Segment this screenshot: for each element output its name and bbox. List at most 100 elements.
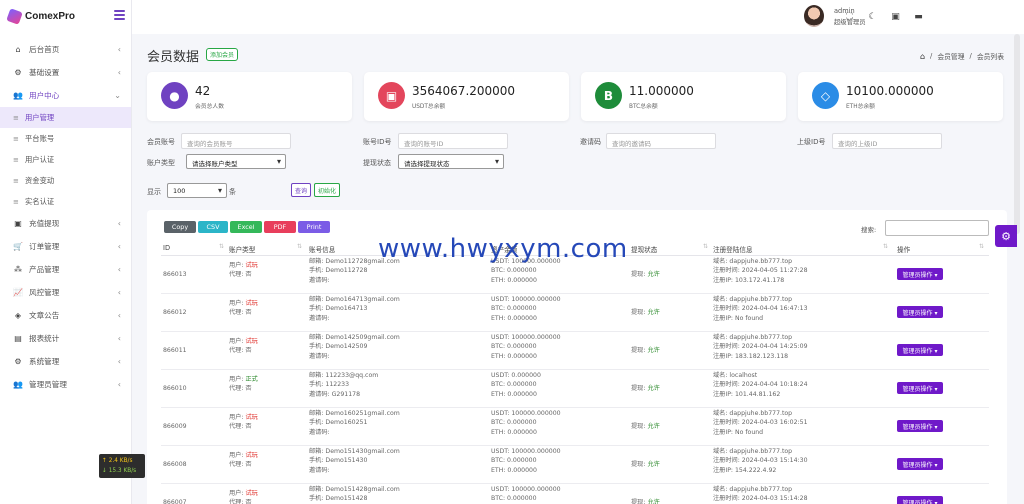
menu-toggle-icon[interactable] [114,10,125,20]
avatar[interactable] [804,5,824,27]
chat-icon[interactable]: ▬ [913,11,924,22]
chevron-left-icon: ‹ [117,288,121,297]
reset-button[interactable]: 初始化 [314,183,341,197]
cell-register: 域名: dappjuhe.bb777.top 注册时间: 2024-04-03 1… [713,410,808,436]
moon-icon[interactable]: ☾ [867,11,878,22]
sidebar-sub-user-management[interactable]: ≡ 用户管理 [0,107,131,128]
th-type[interactable]: 账户类型 [229,244,255,254]
sidebar-sub-user-verification[interactable]: ≡ 用户认证 [0,149,131,170]
withdraw-status-badge: 允许 [647,423,660,430]
admin-action-dropdown[interactable]: 管理员操作 ▾ [897,306,943,318]
cell-account: 邮箱: Demo164713gmail.com 手机: Demo164713 邀请码… [309,296,400,322]
cell-balance: USDT: 100000.000000BTC: 0.000000ETH: 0.0… [491,334,561,360]
cell-withdraw: 提现: 允许 [631,309,660,316]
th-register[interactable]: 注册登陆信息 [713,244,753,254]
parent-id-label: 上级ID号 [797,138,826,146]
account-type-select[interactable]: 请选择账户类型 [186,154,286,169]
admin-action-dropdown[interactable]: 管理员操作 ▾ [897,344,943,356]
stat-card-eth: ◇ 10100.000000 ETH总余额 [798,72,1003,121]
stat-label: BTC总余额 [629,104,658,110]
sidebar-item-orders[interactable]: 🛒 订单管理 ‹ [0,235,131,258]
chevron-left-icon: ‹ [117,219,121,228]
pdf-button[interactable]: PDF [264,221,296,233]
account-input[interactable]: 查询的会员账号 [181,133,291,149]
withdraw-status-select[interactable]: 请选择提现状态 [398,154,504,169]
user-type-badge: 试玩 [245,414,258,421]
print-button[interactable]: Print [298,221,330,233]
admin-action-dropdown[interactable]: 管理员操作 ▾ [897,268,943,280]
stat-card-members: ● 42 会员总人数 [147,72,352,121]
user-type-badge: 试玩 [245,262,258,269]
cell-type: 用户: 试玩 代理: 否 [229,338,258,355]
account-id-label: 账号ID号 [363,138,392,146]
th-account[interactable]: 账号信息 [309,244,335,254]
cell-account: 邮箱: Demo160251gmail.com 手机: Demo160251 邀请码… [309,410,400,436]
parent-id-input[interactable]: 查询的上级ID [832,133,942,149]
gallery-icon[interactable]: ▣ [890,11,901,22]
withdraw-status-badge: 允许 [647,461,660,468]
sort-icon[interactable]: ⇅ [979,243,984,250]
settings-gear-icon[interactable]: ⚙ [995,225,1017,247]
sidebar-item-dashboard[interactable]: ⌂ 后台首页 ‹ [0,38,131,61]
cell-type: 用户: 试玩 代理: 否 [229,300,258,317]
copy-button[interactable]: Copy [164,221,196,233]
sidebar-item-user-center[interactable]: 👥 用户中心 ⌄ [0,84,131,107]
th-action: 操作 [897,246,911,254]
page-size-select[interactable]: 100 [167,183,227,198]
withdraw-status-badge: 允许 [647,347,660,354]
cell-withdraw: 提现: 允许 [631,347,660,354]
table-row: 866008 用户: 试玩 代理: 否 邮箱: Demo151430gmail.com… [161,446,989,484]
csv-button[interactable]: CSV [198,221,228,233]
query-button[interactable]: 查询 [291,183,312,197]
stat-label: ETH总余额 [846,104,875,110]
search-input[interactable] [885,220,989,236]
th-withdraw[interactable]: 提现状态 [631,244,657,254]
cell-id: 866011 [163,347,187,354]
th-id[interactable]: ID [163,244,170,252]
wallet-icon: ▣ [378,82,405,109]
cell-type: 用户: 试玩 代理: 否 [229,452,258,469]
sidebar-item-system[interactable]: ⚙ 系统管理 ‹ [0,350,131,373]
withdraw-status-badge: 允许 [647,309,660,316]
home-icon: ⌂ [15,45,21,54]
admin-action-dropdown[interactable]: 管理员操作 ▾ [897,382,943,394]
cell-register: 域名: localhost 注册时间: 2024-04-04 10:18:24 注册… [713,372,808,398]
cubes-icon: ⁂ [14,265,22,274]
sort-icon[interactable]: ⇅ [883,243,888,250]
chevron-left-icon: ‹ [117,357,121,366]
diamond-icon: ◇ [812,82,839,109]
cell-id: 866008 [163,461,187,468]
home-icon[interactable]: ⌂ [920,52,925,61]
stat-card-btc: B 11.000000 BTC总余额 [581,72,786,121]
sort-icon[interactable]: ⇅ [219,243,224,250]
user-name[interactable]: admin [834,7,855,15]
page-title: 会员数据 [147,50,200,65]
account-id-input[interactable]: 查询的账号ID [398,133,508,149]
excel-button[interactable]: Excel [230,221,262,233]
sidebar-item-reports[interactable]: ▤ 报表统计 ‹ [0,327,131,350]
breadcrumb-item[interactable]: 会员管理 [937,51,964,61]
bitcoin-icon: B [595,82,622,109]
admin-action-dropdown[interactable]: 管理员操作 ▾ [897,496,943,504]
cell-register: 域名: dappjuhe.bb777.top 注册时间: 2024-04-03 1… [713,486,808,503]
sidebar-sub-fund-changes[interactable]: ≡ 资金变动 [0,170,131,191]
admin-action-dropdown[interactable]: 管理员操作 ▾ [897,420,943,432]
sidebar-item-products[interactable]: ⁂ 产品管理 ‹ [0,258,131,281]
sidebar-sub-platform-accounts[interactable]: ≡ 平台账号 [0,128,131,149]
sidebar-sub-real-name[interactable]: ≡ 实名认证 [0,191,131,212]
wallet-icon: ▣ [14,219,22,228]
app-logo[interactable]: ComexPro [0,0,131,32]
sidebar-item-admins[interactable]: 👥 管理员管理 ‹ [0,373,131,396]
sidebar-item-risk-control[interactable]: 📈 风控管理 ‹ [0,281,131,304]
add-member-button[interactable]: 添加会员 [206,48,239,61]
admin-action-dropdown[interactable]: 管理员操作 ▾ [897,458,943,470]
sidebar-item-deposit-withdraw[interactable]: ▣ 充值提现 ‹ [0,212,131,235]
page-scrollbar[interactable] [1014,34,1020,234]
sidebar-item-articles[interactable]: ◈ 文章公告 ‹ [0,304,131,327]
sort-icon[interactable]: ⇅ [703,243,708,250]
cell-register: 域名: dappjuhe.bb777.top 注册时间: 2024-04-04 1… [713,296,808,322]
invite-code-input[interactable]: 查询的邀请码 [606,133,716,149]
withdraw-status-badge: 允许 [647,271,660,278]
sidebar-item-basic-settings[interactable]: ⚙ 基础设置 ‹ [0,61,131,84]
sort-icon[interactable]: ⇅ [297,243,302,250]
